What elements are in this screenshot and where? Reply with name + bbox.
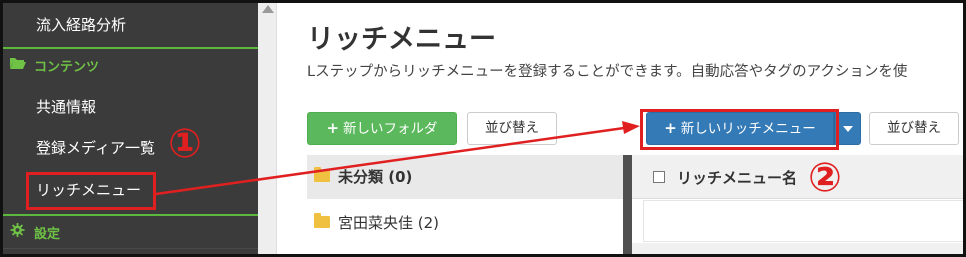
new-folder-button[interactable]: + 新しいフォルダ: [307, 112, 457, 145]
new-richmenu-label: 新しいリッチメニュー: [680, 121, 816, 137]
folder-open-icon: [10, 58, 26, 69]
gear-icon: [10, 223, 25, 237]
sidebar-item-media-list[interactable]: 登録メディア一覧: [0, 137, 258, 161]
sidebar-item-richmenu[interactable]: リッチメニュー: [0, 179, 258, 203]
annotation-step-2: ②: [808, 155, 842, 201]
sort-folders-button[interactable]: 並び替え: [467, 112, 557, 145]
table-footer-strip: [632, 243, 966, 257]
folder-item[interactable]: 未分類 (0): [307, 155, 623, 199]
sidebar-item-label: リッチメニュー: [36, 181, 142, 199]
sidebar-item-traffic-analysis[interactable]: 流入経路分析: [0, 14, 258, 38]
folder-label: 未分類 (0): [338, 168, 413, 186]
column-header-richmenu-name: リッチメニュー名: [677, 169, 798, 187]
sidebar-section-label: コンテンツ: [34, 60, 100, 75]
sidebar-item-label: 流入経路分析: [36, 16, 127, 34]
table-header: リッチメニュー名: [632, 155, 966, 199]
plus-icon: +: [326, 119, 340, 137]
new-folder-label: 新しいフォルダ: [343, 121, 438, 137]
sidebar: 流入経路分析 コンテンツ 共通情報 登録メディア一覧 リッチメニュー 設定: [0, 0, 258, 257]
sidebar-section-label: 設定: [34, 227, 61, 242]
scrollbar[interactable]: [258, 0, 277, 257]
folder-icon: [314, 213, 330, 228]
new-richmenu-button[interactable]: + 新しいリッチメニュー: [646, 112, 834, 145]
sort-label: 並び替え: [887, 120, 941, 136]
chevron-down-icon: [843, 126, 853, 132]
sidebar-section-settings[interactable]: 設定: [0, 214, 258, 246]
table-row: [643, 200, 966, 242]
panel-divider: [623, 155, 632, 257]
sidebar-section-contents[interactable]: コンテンツ: [0, 47, 258, 79]
sort-label: 並び替え: [485, 120, 539, 136]
folder-list: 未分類 (0) 宮田菜央佳 (2): [307, 155, 623, 257]
select-all-checkbox[interactable]: [653, 171, 665, 183]
scroll-up-arrow-icon[interactable]: [262, 5, 274, 13]
sidebar-divider: [0, 248, 258, 249]
folder-item[interactable]: 宮田菜央佳 (2): [307, 201, 623, 245]
annotation-step-1: ①: [168, 121, 202, 167]
sidebar-item-label: 登録メディア一覧: [36, 139, 155, 157]
page-title: リッチメニュー: [307, 24, 496, 55]
page-description: Lステップからリッチメニューを登録することができます。自動応答やタグのアクション…: [307, 64, 908, 80]
plus-icon: +: [664, 119, 677, 137]
sidebar-item-common-info[interactable]: 共通情報: [0, 96, 258, 120]
folder-icon: [314, 167, 330, 182]
new-richmenu-dropdown-toggle[interactable]: [834, 112, 861, 145]
sidebar-item-label: 共通情報: [36, 98, 97, 116]
sort-richmenus-button[interactable]: 並び替え: [869, 112, 959, 145]
folder-label: 宮田菜央佳 (2): [338, 214, 440, 232]
